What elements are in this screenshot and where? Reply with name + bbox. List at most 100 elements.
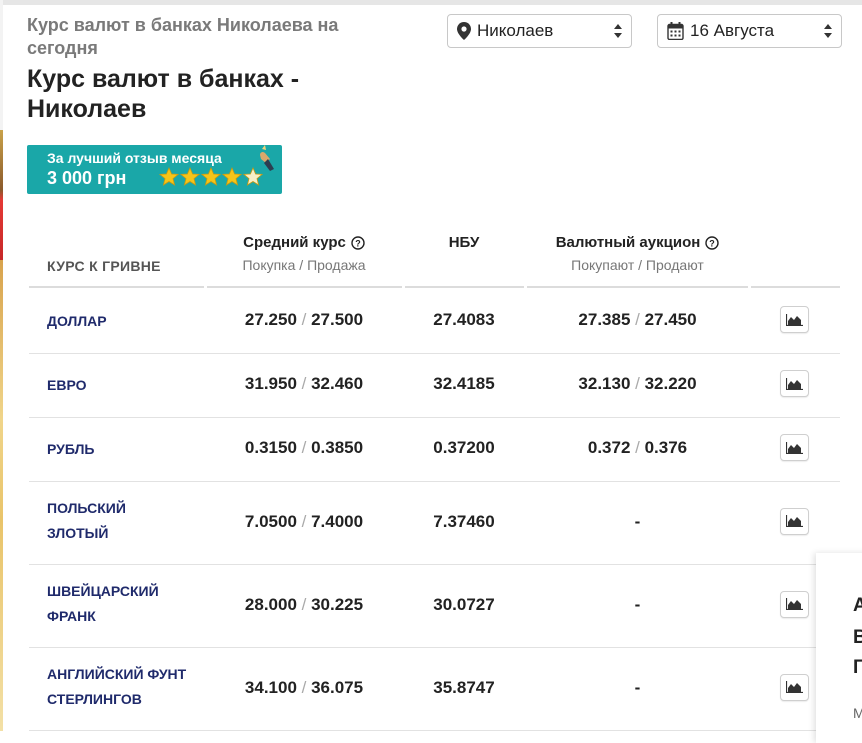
- chart-button[interactable]: [780, 370, 809, 397]
- average-rate-cell: 27.250 / 27.500: [244, 310, 364, 329]
- review-promo-banner[interactable]: За лучший отзыв месяца 3 000 грн: [27, 145, 282, 194]
- auction-rate-cell: 0.372 / 0.376: [587, 438, 688, 457]
- average-rate-cell: 7.0500 / 7.4000: [244, 511, 364, 531]
- average-buy: 7.0500: [244, 511, 297, 531]
- average-sell: 27.500: [311, 310, 364, 329]
- currency-name[interactable]: ШВЕЙЦАРСКИЙ ФРАНК: [47, 579, 182, 629]
- auction-rate-cell: -: [525, 595, 750, 615]
- table-row: ДОЛЛАР 27.250 / 27.500 27.4083 27.385 / 27.…: [29, 289, 840, 354]
- side-card-letter: А: [853, 595, 862, 616]
- average-sell: 32.460: [311, 374, 364, 393]
- date-select[interactable]: 16 Августа: [657, 14, 842, 48]
- area-chart-icon: [786, 377, 803, 390]
- auction-rate-cell: 27.385 / 27.450: [578, 310, 697, 329]
- area-chart-icon: [786, 515, 803, 527]
- nbu-header: НБУ: [403, 234, 525, 251]
- map-pin-icon: [457, 22, 471, 40]
- average-sell: 36.075: [311, 677, 364, 697]
- auction-rate-cell: -: [525, 512, 750, 532]
- side-popup-card[interactable]: А В Г М: [816, 553, 862, 743]
- promo-stars: [159, 167, 263, 187]
- nbu-rate-cell: 27.4083: [433, 310, 495, 329]
- average-rate-title: Средний курс: [243, 234, 346, 251]
- star-icon: [201, 167, 221, 186]
- svg-text:?: ?: [710, 238, 716, 248]
- star-icon: [180, 167, 200, 186]
- auction-header: Валютный аукцион ? Покупают / Продают: [525, 234, 750, 273]
- select-arrows-icon: [824, 24, 832, 38]
- auction-title: Валютный аукцион: [555, 234, 701, 251]
- auction-buy: 0.372: [587, 438, 631, 457]
- auction-sell: 0.376: [644, 438, 688, 457]
- average-rate-cell: 31.950 / 32.460: [244, 374, 364, 393]
- promo-text: За лучший отзыв месяца: [47, 150, 222, 166]
- chart-button[interactable]: [780, 673, 809, 701]
- currency-name[interactable]: ДОЛЛАР: [47, 309, 217, 334]
- help-icon[interactable]: ?: [705, 235, 719, 250]
- page-title: Курс валют в банках - Николаев: [27, 65, 300, 123]
- city-select[interactable]: Николаев: [447, 14, 632, 48]
- area-chart-icon: [786, 313, 803, 326]
- star-icon: [222, 167, 242, 186]
- auction-buy: 27.385: [578, 310, 631, 329]
- currency-name[interactable]: ЕВРО: [47, 373, 217, 398]
- nbu-rate-cell: 35.8747: [433, 677, 495, 697]
- auction-empty: -: [634, 677, 641, 697]
- city-select-value: Николаев: [477, 21, 554, 40]
- area-chart-icon: [786, 598, 803, 610]
- average-rate-subtitle: Покупка / Продажа: [242, 257, 366, 273]
- top-border: [0, 0, 862, 5]
- auction-empty: -: [634, 511, 641, 531]
- table-row: АНГЛИЙСКИЙ ФУНТ СТЕРЛИНГОВ 34.100 / 36.07…: [29, 647, 840, 731]
- auction-sell: 27.450: [644, 310, 697, 329]
- svg-text:?: ?: [355, 238, 361, 248]
- average-rate-cell: 0.3150 / 0.3850: [244, 438, 364, 457]
- average-buy: 28.000: [244, 594, 297, 614]
- auction-subtitle: Покупают / Продают: [571, 257, 704, 273]
- average-sell: 30.225: [311, 594, 364, 614]
- chart-button[interactable]: [780, 590, 809, 618]
- page-subtitle: Курс валют в банках Николаева на сегодня: [27, 15, 339, 58]
- average-rate-cell: 28.000 / 30.225: [244, 594, 364, 614]
- nbu-title: НБУ: [448, 234, 480, 251]
- date-select-value: 16 Августа: [690, 21, 775, 40]
- nbu-rate-cell: 32.4185: [433, 374, 495, 393]
- help-icon[interactable]: ?: [351, 235, 365, 250]
- auction-buy: 32.130: [578, 374, 631, 393]
- side-card-subtext: М: [853, 705, 862, 721]
- currency-name[interactable]: ПОЛЬСКИЙ ЗЛОТЫЙ: [47, 496, 182, 546]
- currency-column-header: КУРС К ГРИВНЕ: [47, 258, 161, 274]
- nbu-rate-cell: 30.0727: [433, 594, 495, 614]
- select-arrows-icon: [614, 24, 622, 38]
- currency-name[interactable]: РУБЛЬ: [47, 437, 217, 462]
- chart-button[interactable]: [780, 434, 809, 461]
- nbu-rate-cell: 0.37200: [433, 438, 495, 457]
- side-card-letter: Г: [853, 657, 862, 678]
- average-buy: 0.3150: [244, 438, 297, 457]
- chart-button[interactable]: [780, 507, 809, 535]
- star-icon: [159, 167, 179, 186]
- auction-empty: -: [634, 594, 641, 614]
- average-buy: 34.100: [244, 677, 297, 697]
- auction-rate-cell: 32.130 / 32.220: [578, 374, 697, 393]
- table-row: РУБЛЬ 0.3150 / 0.3850 0.37200 0.372 / 0.376: [29, 417, 840, 482]
- hand-star-icon: [260, 145, 274, 171]
- average-rate-header: Средний курс ? Покупка / Продажа: [205, 234, 403, 273]
- calendar-icon: [667, 22, 684, 40]
- average-sell: 0.3850: [311, 438, 364, 457]
- left-edge-banner: [0, 0, 3, 731]
- auction-rate-cell: -: [525, 678, 750, 698]
- average-buy: 27.250: [244, 310, 297, 329]
- average-rate-cell: 34.100 / 36.075: [244, 677, 364, 697]
- side-card-letter: В: [853, 627, 862, 648]
- area-chart-icon: [786, 681, 803, 693]
- promo-amount: 3 000 грн: [47, 168, 127, 188]
- table-row: ЕВРО 31.950 / 32.460 32.4185 32.130 / 32.22…: [29, 353, 840, 418]
- chart-button[interactable]: [780, 306, 809, 333]
- average-sell: 7.4000: [311, 511, 364, 531]
- auction-sell: 32.220: [644, 374, 697, 393]
- area-chart-icon: [786, 441, 803, 454]
- currency-name[interactable]: АНГЛИЙСКИЙ ФУНТ СТЕРЛИНГОВ: [47, 662, 207, 712]
- nbu-rate-cell: 7.37460: [433, 511, 495, 531]
- table-header-divider: [0, 286, 862, 288]
